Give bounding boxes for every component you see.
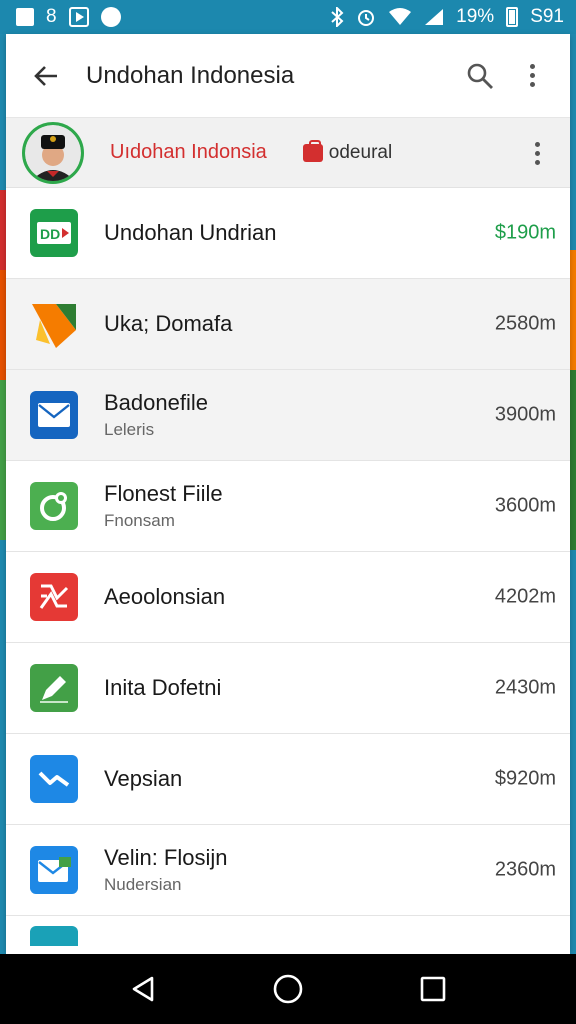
app-window: Undohan Indonesia Uıdohan Indonsia odeur…	[6, 34, 570, 954]
nav-home-icon[interactable]	[263, 964, 313, 1014]
battery-percent: 19%	[456, 6, 495, 27]
nav-back-icon[interactable]	[118, 964, 168, 1014]
wifi-icon	[388, 8, 412, 26]
sync-icon	[100, 7, 121, 27]
edit-icon	[30, 664, 78, 712]
status-right: 19% S91	[330, 6, 564, 28]
item-name: Vepsian	[104, 766, 183, 791]
item-size: 3600m	[494, 494, 556, 517]
item-subtitle: Fnonsam	[104, 511, 175, 530]
list-item[interactable]: DD Undohan Undrian $190m	[6, 188, 570, 279]
leaf-icon	[30, 482, 78, 530]
toolbar: Undohan Indonesia	[6, 34, 570, 118]
list-item[interactable]: Vepsian $920m	[6, 734, 570, 825]
item-size: 2360m	[494, 858, 556, 881]
battery-icon	[506, 7, 519, 27]
bluetooth-icon	[330, 7, 344, 27]
list-item[interactable]: Velin: Flosijn Nudersian 2360m	[6, 825, 570, 916]
item-size: 2430m	[494, 676, 556, 699]
screenshot-icon	[16, 8, 34, 26]
account-more-icon[interactable]	[522, 136, 552, 170]
avatar[interactable]	[22, 121, 84, 184]
item-name: Inita Dofetni	[104, 675, 222, 700]
file-list: DD Undohan Undrian $190m Uka; Domafa 258…	[6, 188, 570, 954]
list-item[interactable]: Flonest Fiile Fnonsam 3600m	[6, 461, 570, 552]
notification-count: 8	[46, 6, 57, 27]
list-item[interactable]: Inita Dofetni 2430m	[6, 643, 570, 734]
item-name: Badonefile	[104, 390, 208, 415]
item-name: Uka; Domafa	[104, 311, 233, 336]
signal-icon	[424, 8, 444, 26]
dd-logo-icon: DD	[30, 209, 78, 257]
item-subtitle: Nudersian	[104, 875, 182, 894]
item-subtitle: Leleris	[104, 420, 155, 439]
wave-mail-icon	[30, 755, 78, 803]
search-icon[interactable]	[460, 56, 500, 96]
ribbon-icon	[30, 573, 78, 621]
account-header[interactable]: Uıdohan Indonsia odeural	[6, 118, 570, 188]
status-bar: 8 19% S91	[0, 0, 576, 34]
item-size: 3900m	[494, 403, 556, 426]
navigation-bar	[0, 954, 576, 1024]
item-name: Velin: Flosijn	[104, 845, 228, 870]
status-left: 8	[16, 6, 121, 28]
item-name: Flonest Fiile	[104, 481, 223, 506]
arrow-left-icon[interactable]	[30, 60, 62, 92]
page-title: Undohan Indonesia	[86, 61, 295, 89]
list-item[interactable]: Uka; Domafa 2580m	[6, 279, 570, 370]
list-item[interactable]: Aeoolonsian 4202m	[6, 552, 570, 643]
more-vert-icon[interactable]	[512, 56, 552, 96]
list-item-partial[interactable]	[6, 916, 570, 954]
mail-badge-icon	[30, 846, 78, 894]
svg-text:DD: DD	[40, 226, 60, 242]
item-size: 2580m	[494, 312, 556, 335]
storage-chip[interactable]: odeural	[302, 139, 393, 164]
item-name: Aeoolonsian	[104, 584, 226, 609]
app-icon	[30, 926, 78, 946]
briefcase-icon	[302, 139, 323, 162]
nav-recents-icon[interactable]	[408, 964, 458, 1014]
alarm-icon	[356, 7, 376, 27]
item-size: 4202m	[494, 585, 556, 608]
mail-icon	[30, 391, 78, 439]
account-name: Uıdohan Indonsia	[110, 141, 267, 163]
item-size: $920m	[494, 767, 556, 790]
storage-label: odeural	[328, 141, 393, 163]
drive-folder-icon	[30, 300, 78, 348]
list-item[interactable]: Badonefile Leleris 3900m	[6, 370, 570, 461]
item-name: Undohan Undrian	[104, 220, 277, 245]
play-store-icon	[68, 7, 89, 27]
clock: S91	[530, 6, 564, 27]
item-size: $190m	[494, 221, 556, 244]
